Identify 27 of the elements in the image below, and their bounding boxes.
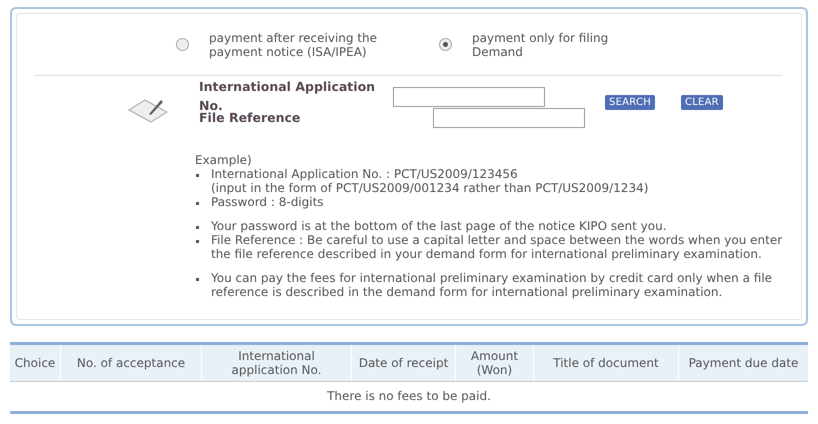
- column-header: Amount (Won): [456, 345, 534, 381]
- column-header: No. of acceptance: [61, 345, 202, 381]
- help-text: File Reference : Be careful to use a capital letter and space between the words when you enter the file reference described in your demand form for international preliminary examination.: [211, 233, 783, 261]
- bullet-icon: [196, 174, 199, 177]
- radio-label: payment after receiving the payment notice (ISA/IPEA): [209, 30, 378, 58]
- radio-label: payment only for filing Demand: [472, 30, 610, 58]
- help-title: Example): [195, 153, 253, 167]
- bullet-icon: [196, 278, 199, 281]
- clear-button[interactable]: CLEAR: [680, 95, 723, 110]
- column-header: Date of receipt: [352, 345, 456, 381]
- radio-button[interactable]: [439, 38, 452, 51]
- radio-button[interactable]: [176, 38, 189, 51]
- empty-message: There is no fees to be paid.: [326, 388, 492, 405]
- column-header: Payment due date: [688, 355, 800, 372]
- bullet-icon: [196, 226, 199, 229]
- help-text: Password : 8-digits: [211, 195, 325, 209]
- input-field[interactable]: [433, 108, 585, 128]
- help-text: You can pay the fees for international preliminary examination by credit card only when a file reference is described in the demand form for international preliminary examination.: [211, 271, 774, 299]
- help-text: International Application No. : PCT/US2009/123456 (input in the form of PCT/US2009/001234 rather than PCT/US2009/1234): [211, 167, 650, 195]
- bullet-icon: [196, 240, 199, 243]
- input-field[interactable]: [393, 87, 545, 107]
- column-header: Title of document: [534, 345, 679, 381]
- search-button[interactable]: SEARCH: [605, 95, 655, 110]
- bullet-icon: [196, 202, 199, 205]
- column-header: Choice: [10, 345, 61, 381]
- column-header: International application No.: [202, 345, 352, 381]
- help-text: Your password is at the bottom of the last page of the notice KIPO sent you.: [211, 219, 668, 233]
